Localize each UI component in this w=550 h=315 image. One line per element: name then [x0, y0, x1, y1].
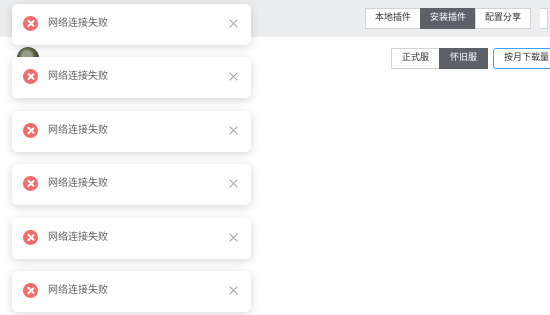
- notification-message: 网络连接失败: [48, 71, 108, 82]
- notification-message: 网络连接失败: [48, 18, 108, 29]
- error-notification: 网络连接失败: [12, 111, 251, 152]
- error-notification: 网络连接失败: [12, 218, 251, 259]
- plugin-tabs: 本地插件 安装插件 配置分享: [365, 8, 549, 29]
- sort-by-monthly-downloads-button[interactable]: 按月下载量: [493, 48, 550, 69]
- tab-local-plugins[interactable]: 本地插件: [365, 8, 422, 29]
- notification-message: 网络连接失败: [48, 285, 108, 296]
- error-notification: 网络连接失败: [12, 4, 251, 45]
- close-icon[interactable]: [228, 125, 239, 136]
- server-option-classic[interactable]: 怀旧服: [439, 48, 489, 69]
- close-icon[interactable]: [228, 232, 239, 243]
- close-icon[interactable]: [228, 285, 239, 296]
- error-circle-icon: [23, 176, 38, 191]
- error-circle-icon: [23, 283, 38, 298]
- notification-message: 网络连接失败: [48, 232, 108, 243]
- error-circle-icon: [23, 69, 38, 84]
- error-notification: 网络连接失败: [12, 164, 251, 205]
- error-notification: 网络连接失败: [12, 57, 251, 98]
- tab-install-plugins[interactable]: 安装插件: [420, 8, 477, 29]
- close-icon[interactable]: [228, 71, 239, 82]
- notification-message: 网络连接失败: [48, 178, 108, 189]
- error-circle-icon: [23, 16, 38, 31]
- tab-config-share[interactable]: 配置分享: [475, 8, 532, 29]
- server-switch: 正式服 怀旧服: [391, 48, 489, 69]
- server-option-retail[interactable]: 正式服: [391, 48, 441, 69]
- error-notification: 网络连接失败: [12, 271, 251, 312]
- close-icon[interactable]: [228, 18, 239, 29]
- error-circle-icon: [23, 230, 38, 245]
- close-icon[interactable]: [228, 178, 239, 189]
- tab-overflow-edge: [540, 8, 549, 29]
- error-circle-icon: [23, 123, 38, 138]
- notification-message: 网络连接失败: [48, 125, 108, 136]
